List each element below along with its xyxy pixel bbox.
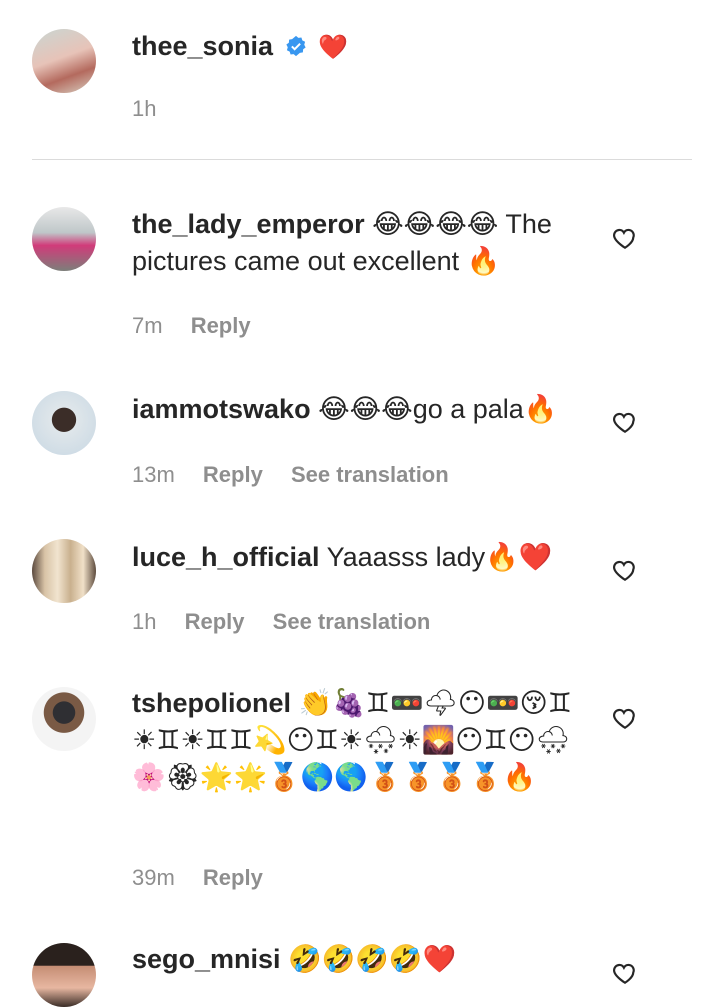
reply-button[interactable]: Reply	[203, 462, 263, 487]
like-heart-icon[interactable]	[612, 705, 638, 731]
comment-time: 7m	[132, 313, 163, 338]
comment-username[interactable]: luce_h_official	[132, 542, 320, 572]
like-heart-icon[interactable]	[612, 557, 638, 583]
comment-username[interactable]: sego_mnisi	[132, 944, 281, 974]
comment-username[interactable]: iammotswako	[132, 394, 311, 424]
comment-username[interactable]: the_lady_emperor	[132, 209, 365, 239]
avatar[interactable]	[32, 943, 96, 1007]
like-heart-icon[interactable]	[612, 409, 638, 435]
comment-time: 1h	[132, 609, 157, 634]
caption-username[interactable]: thee_sonia	[132, 31, 273, 61]
reply-button[interactable]: Reply	[203, 865, 263, 890]
verified-badge-icon	[285, 35, 306, 57]
comment-time: 39m	[132, 865, 175, 890]
see-translation-button[interactable]: See translation	[291, 462, 449, 487]
comment-text: 🤣🤣🤣🤣❤️	[288, 944, 457, 974]
caption-time: 1h	[132, 96, 157, 121]
caption-text: ❤️	[318, 33, 348, 61]
avatar[interactable]	[32, 687, 96, 751]
divider	[32, 159, 692, 160]
see-translation-button[interactable]: See translation	[273, 609, 431, 634]
avatar[interactable]	[32, 539, 96, 603]
like-heart-icon[interactable]	[612, 960, 638, 986]
like-heart-icon[interactable]	[612, 225, 638, 251]
avatar[interactable]	[32, 29, 96, 93]
avatar[interactable]	[32, 207, 96, 271]
reply-button[interactable]: Reply	[185, 609, 245, 634]
avatar[interactable]	[32, 391, 96, 455]
comment-text: Yaaasss lady🔥❤️	[326, 542, 553, 572]
reply-button[interactable]: Reply	[191, 313, 251, 338]
comment-text: 😂😂😂go a pala🔥	[318, 394, 558, 424]
comment-username[interactable]: tshepolionel	[132, 688, 291, 718]
comment-time: 13m	[132, 462, 175, 487]
